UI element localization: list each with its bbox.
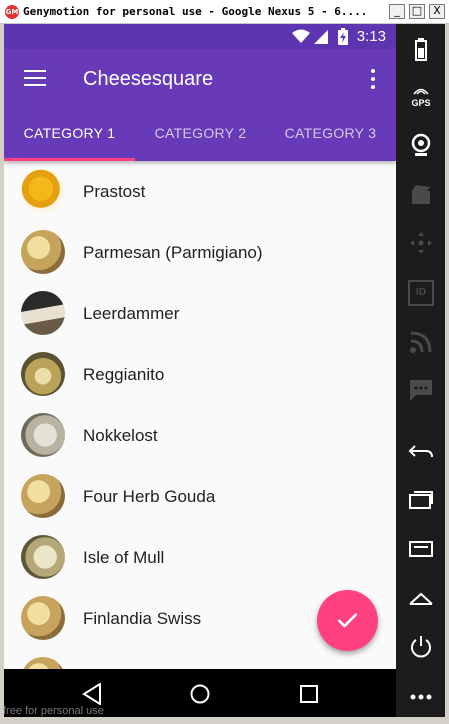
status-bar: 3:13 [4,24,396,49]
tab-bar: CATEGORY 1 CATEGORY 2 CATEGORY 3 [4,105,396,161]
genymotion-side-panel: GPS ID [396,24,445,717]
cheese-avatar [21,535,65,579]
sms-widget-icon[interactable] [408,377,434,403]
screencast-widget-icon[interactable] [408,182,434,208]
maximize-button[interactable]: □ [409,4,425,19]
overflow-menu-icon[interactable] [370,69,376,89]
list-item-label: Four Herb Gouda [83,487,216,506]
tab-category-1[interactable]: CATEGORY 1 [4,105,135,161]
list-item[interactable]: Leerdammer [4,283,396,344]
cheese-avatar [21,291,65,335]
recent-apps-button-icon[interactable] [408,486,434,512]
minimize-button[interactable]: _ [389,4,405,19]
close-button[interactable]: X [429,4,445,19]
list-item[interactable]: Prastost [4,161,396,222]
fab-check-button[interactable] [317,590,378,651]
list-item[interactable]: Isle of Mull [4,527,396,588]
cheese-avatar [21,474,65,518]
battery-widget-icon[interactable] [408,36,434,62]
list-item[interactable]: Reggianito [4,344,396,405]
cheese-avatar [21,657,65,669]
list-item-label: Isle of Mull [83,548,165,567]
list-item-label: Reggianito [83,365,165,384]
list-item[interactable]: Parmesan (Parmigiano) [4,222,396,283]
cell-signal-icon [314,30,328,44]
list-item-label: Parmesan (Parmigiano) [83,243,263,262]
webcam-widget-icon[interactable] [408,132,434,158]
tab-category-2[interactable]: CATEGORY 2 [135,105,266,161]
back-button-icon[interactable] [408,438,434,464]
home-button-icon[interactable] [408,586,434,612]
hamburger-menu-icon[interactable] [24,70,46,86]
power-button-icon[interactable] [408,634,434,660]
recent-apps-icon[interactable] [300,685,318,703]
genymotion-app-icon: GM [5,5,19,19]
back-nav-icon[interactable] [82,683,102,705]
list-item[interactable]: Nokkelost [4,405,396,466]
home-nav-icon[interactable] [190,684,210,704]
status-time: 3:13 [356,28,386,45]
watermark-text: free for personal use [3,705,104,717]
list-item-label: Nokkelost [83,426,158,445]
window-titlebar: GM Genymotion for personal use - Google … [0,0,449,24]
list-item-label: Prastost [83,182,146,201]
gps-signal-icon [413,88,429,95]
list-item[interactable] [4,649,396,669]
remote-control-widget-icon[interactable] [408,230,434,256]
app-title: Cheesesquare [83,68,214,90]
list-item-label: Leerdammer [83,304,180,323]
app-bar: Cheesesquare CATEGORY 1 CATEGORY 2 CATEG… [4,49,396,161]
gps-widget-icon[interactable]: GPS [408,84,434,110]
menu-button-icon[interactable] [408,536,434,562]
list-item-label: Finlandia Swiss [83,609,202,628]
tab-indicator [4,158,135,161]
device-screen: 3:13 Cheesesquare CATEGORY 1 CATEGORY 2 … [4,24,396,669]
device-id-label: ID [416,287,426,298]
wifi-icon [292,29,310,43]
rss-widget-icon[interactable] [408,329,434,355]
list-item[interactable]: Four Herb Gouda [4,466,396,527]
cheese-avatar [21,230,65,274]
check-icon [337,613,358,628]
tab-category-3[interactable]: CATEGORY 3 [265,105,396,161]
cheese-avatar [21,169,65,213]
cheese-avatar [21,413,65,457]
gps-label: GPS [411,98,431,108]
cheese-avatar [21,596,65,640]
battery-charging-icon [338,28,348,45]
more-options-icon[interactable] [408,684,434,710]
cheese-avatar [21,352,65,396]
device-id-widget-icon[interactable]: ID [408,280,434,306]
window-title: Genymotion for personal use - Google Nex… [23,5,368,18]
